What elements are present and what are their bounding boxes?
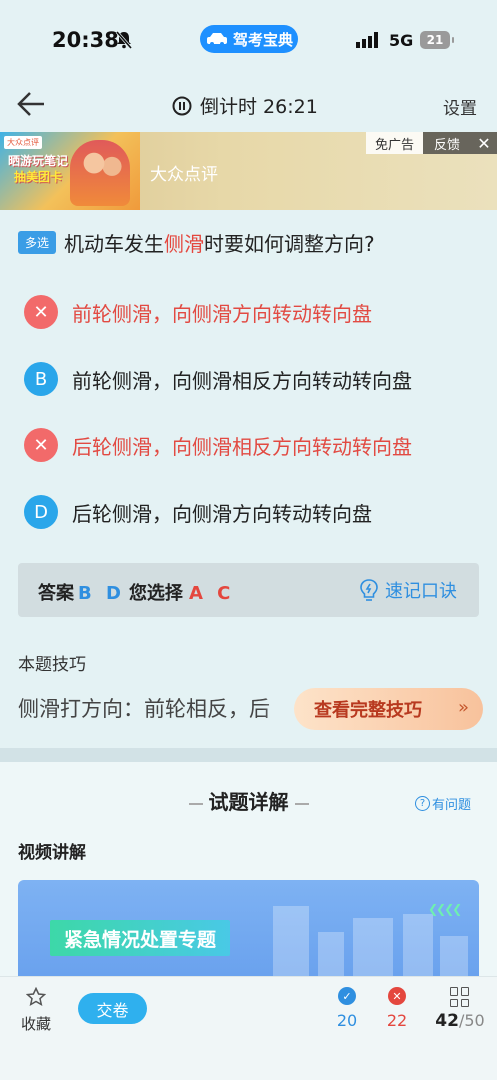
current-question: 42: [435, 1011, 459, 1031]
ad-feedback-button[interactable]: 反馈: [423, 132, 471, 154]
ask-question-link[interactable]: ? 有问题: [414, 794, 471, 813]
bottom-bar: 收藏 交卷 ✓ 20 ✕ 22 42/50: [0, 976, 497, 1080]
battery-level: 21: [426, 33, 444, 47]
question: 多选 机动车发生侧滑时要如何调整方向?: [18, 228, 488, 257]
option-a[interactable]: ✕ 前轮侧滑，向侧滑方向转动转向盘: [24, 295, 494, 329]
option-c-text: 后轮侧滑，向侧滑相反方向转动转向盘: [72, 434, 412, 459]
favorite-label: 收藏: [20, 1015, 51, 1033]
question-grid-button[interactable]: 42/50: [434, 987, 486, 1031]
bell-muted-icon: [115, 31, 133, 49]
ad-title: 大众点评: [150, 165, 218, 185]
pause-icon[interactable]: [172, 96, 192, 116]
wrong-icon: ✕: [24, 428, 58, 462]
app-badge[interactable]: 驾考宝典: [200, 25, 298, 53]
settings-button[interactable]: 设置: [443, 94, 477, 119]
grid-icon: [450, 987, 470, 1007]
option-d[interactable]: D 后轮侧滑，向侧滑方向转动转向盘: [24, 495, 494, 529]
view-full-tips-label: 查看完整技巧: [314, 700, 422, 721]
network-type: 5G: [389, 31, 414, 50]
question-progress: 42/50: [434, 1011, 486, 1031]
favorite-button[interactable]: 收藏: [18, 986, 54, 1034]
detail-section: 试题详解 ? 有问题 视频讲解 ❮❮❮❮ 紧急情况处置专题: [0, 762, 497, 976]
ad-promo-line2: 抽美团卡: [14, 170, 63, 184]
ask-label: 有问题: [431, 798, 471, 813]
submit-exam-button[interactable]: 交卷: [78, 993, 147, 1024]
back-arrow-icon[interactable]: [16, 90, 48, 118]
chevrons-decoration: ❮❮❮❮: [428, 902, 462, 916]
mnemonic-button[interactable]: 速记口诀: [359, 577, 457, 603]
option-b-marker: B: [24, 362, 58, 396]
selected-answer: A C: [188, 583, 235, 604]
ad-promo-line1: 晒游玩笔记: [8, 154, 69, 168]
option-b-text: 前轮侧滑，向侧滑相反方向转动转向盘: [72, 368, 412, 393]
answer-summary: 答案 B D 您选择 A C: [38, 583, 235, 604]
question-highlight: 侧滑: [164, 232, 205, 256]
status-bar: 20:38 驾考宝典 5G 21: [0, 0, 497, 80]
answer-box: 答案 B D 您选择 A C 速记口诀: [18, 563, 479, 617]
battery-icon: 21: [420, 31, 454, 49]
option-b[interactable]: B 前轮侧滑，向侧滑相反方向转动转向盘: [24, 362, 494, 396]
option-d-text: 后轮侧滑，向侧滑方向转动转向盘: [72, 501, 372, 526]
car-icon: [206, 33, 227, 46]
correct-count-value: 20: [336, 1011, 358, 1030]
timer-label: 倒计时 26:21: [200, 96, 318, 118]
double-chevron-icon: »: [457, 697, 469, 718]
wrong-count[interactable]: ✕ 22: [377, 987, 417, 1030]
nav-bar: 倒计时 26:21 设置: [0, 80, 497, 130]
tips-text: 侧滑打方向：前轮相反，后: [18, 697, 270, 721]
ad-close-icon[interactable]: ✕: [471, 132, 497, 154]
option-a-text: 前轮侧滑，向侧滑方向转动转向盘: [72, 301, 372, 326]
building-graphic: [403, 914, 433, 976]
remove-ads-button[interactable]: 免广告: [366, 132, 423, 154]
question-mark-icon: ?: [414, 796, 430, 811]
correct-answer: B D: [78, 583, 125, 604]
status-time: 20:38: [52, 28, 119, 52]
mnemonic-label: 速记口诀: [385, 581, 457, 602]
ad-brand-chip: 大众点评: [4, 136, 42, 149]
building-graphic: [318, 932, 344, 976]
ad-people-image: [70, 140, 130, 206]
building-graphic: [353, 918, 393, 976]
option-d-marker: D: [24, 495, 58, 529]
lightbulb-icon: [360, 579, 378, 601]
app-name: 驾考宝典: [232, 30, 293, 49]
wrong-icon: ✕: [24, 295, 58, 329]
video-topic-tag: 紧急情况处置专题: [50, 920, 231, 956]
question-type-tag: 多选: [18, 231, 57, 254]
video-card[interactable]: ❮❮❮❮ 紧急情况处置专题: [18, 880, 479, 976]
building-graphic: [440, 936, 468, 976]
check-icon: ✓: [338, 987, 356, 1005]
tips-title: 本题技巧: [18, 655, 86, 675]
option-c[interactable]: ✕ 后轮侧滑，向侧滑相反方向转动转向盘: [24, 428, 494, 462]
wrong-count-value: 22: [386, 1011, 408, 1030]
total-questions: /50: [458, 1011, 485, 1030]
star-icon: [25, 986, 47, 1006]
ad-image: 大众点评 晒游玩笔记 抽美团卡: [0, 132, 140, 210]
cross-icon: ✕: [388, 987, 406, 1005]
section-divider: [0, 748, 497, 762]
view-full-tips-button[interactable]: 查看完整技巧 »: [294, 688, 483, 730]
signal-icon: [356, 32, 378, 48]
correct-count[interactable]: ✓ 20: [327, 987, 367, 1030]
question-text: 机动车发生侧滑时要如何调整方向?: [64, 232, 375, 256]
countdown-timer[interactable]: 倒计时 26:21: [172, 92, 318, 119]
video-section-label: 视频讲解: [18, 843, 86, 863]
building-graphic: [273, 906, 309, 976]
